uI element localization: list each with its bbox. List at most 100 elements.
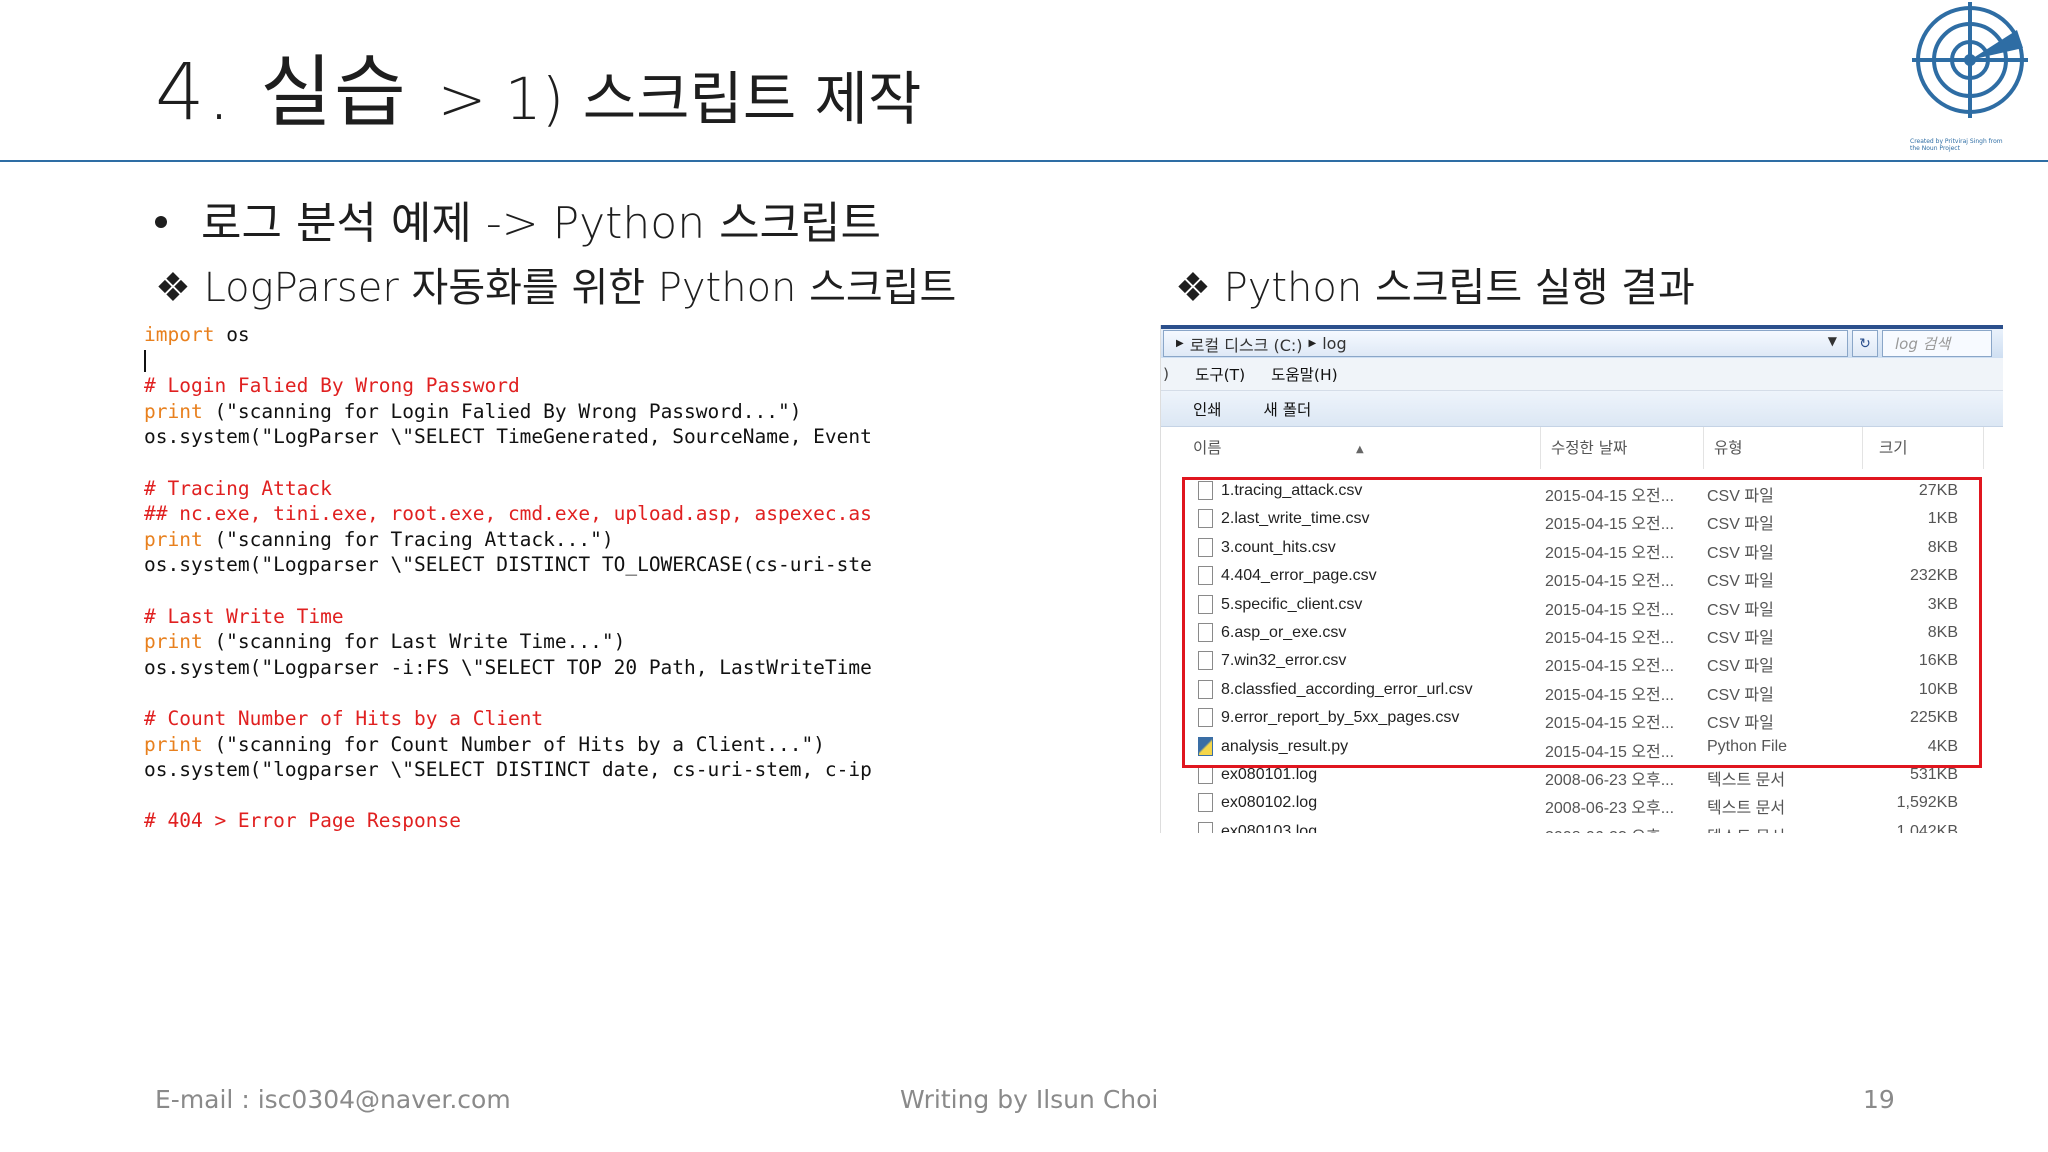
code-keyword: print bbox=[144, 527, 203, 551]
csv-file-icon bbox=[1198, 537, 1213, 557]
code-comment: ## nc.exe, tini.exe, root.exe, cmd.exe, … bbox=[144, 502, 872, 526]
file-row[interactable]: 7.win32_error.csv 2015-04-15 오전... CSV 파일 1… bbox=[1161, 647, 2003, 675]
code-keyword: print bbox=[144, 399, 203, 423]
file-row[interactable]: ex080103.log 2008-06-23 오후... 텍스트 문서 1,042K… bbox=[1161, 818, 2003, 833]
column-headers: 이름 ▲ 수정한 날짜 유형 크기 bbox=[1161, 427, 2003, 469]
file-name: 2.last_write_time.csv bbox=[1221, 510, 1370, 528]
chevron-right-icon: ▶ bbox=[1308, 338, 1317, 349]
file-name: 6.asp_or_exe.csv bbox=[1221, 623, 1347, 641]
file-size: 8KB bbox=[1927, 538, 1958, 556]
main-bullet: 로그 분석 예제 -> Python 스크립트 bbox=[155, 187, 881, 251]
menu-item-help[interactable]: 도움말(H) bbox=[1271, 363, 1338, 385]
code-line: # Last Write Time bbox=[136, 604, 936, 630]
code-argument: ("scanning for Login Falied By Wrong Pas… bbox=[202, 399, 802, 423]
code-argument: os bbox=[214, 323, 250, 346]
file-row[interactable]: ex080101.log 2008-06-23 오후... 텍스트 문서 531KB bbox=[1161, 761, 2003, 789]
csv-file-icon bbox=[1198, 651, 1213, 671]
code-comment: # 404 > Error Page Response bbox=[144, 809, 461, 833]
column-header-name[interactable]: 이름 ▲ bbox=[1161, 427, 1541, 469]
file-type: CSV 파일 bbox=[1707, 488, 1774, 505]
code-statement: os.system("LogParser \"SELECT TimeGenera… bbox=[144, 425, 872, 449]
csv-file-icon bbox=[1198, 481, 1213, 500]
file-row[interactable]: 8.classfied_according_error_url.csv 2015-… bbox=[1161, 676, 2003, 704]
file-name: ex080103.log bbox=[1221, 822, 1318, 833]
code-statement: os.system("logparser \"SELECT DISTINCT d… bbox=[144, 758, 872, 782]
text-file-icon bbox=[1198, 764, 1213, 784]
search-input[interactable]: log 검색 bbox=[1882, 330, 1992, 357]
csv-file-icon bbox=[1198, 566, 1213, 586]
file-row[interactable]: analysis_result.py 2015-04-15 오전... Python… bbox=[1161, 733, 2003, 761]
file-size: 1KB bbox=[1927, 510, 1958, 528]
print-button[interactable]: 인쇄 bbox=[1193, 398, 1222, 420]
file-type: CSV 파일 bbox=[1707, 544, 1774, 562]
file-size: 10KB bbox=[1918, 680, 1958, 698]
file-date: 2015-04-15 오전... bbox=[1545, 544, 1675, 562]
file-size: 531KB bbox=[1909, 765, 1958, 783]
file-name: 7.win32_error.csv bbox=[1221, 652, 1347, 670]
file-type: CSV 파일 bbox=[1707, 686, 1774, 704]
code-line: ## nc.exe, tini.exe, root.exe, cmd.exe, … bbox=[136, 501, 936, 527]
file-size: 27KB bbox=[1918, 482, 1958, 499]
code-argument: ("scanning for Last Write Time...") bbox=[202, 630, 626, 654]
command-bar: 인쇄 새 폴더 bbox=[1161, 391, 2003, 427]
file-size: 4KB bbox=[1927, 737, 1958, 755]
chevron-down-icon[interactable]: ▼ bbox=[1828, 334, 1837, 348]
code-line: os.system("Logparser \"SELECT DISTINCT T… bbox=[136, 552, 936, 578]
code-comment: # Last Write Time bbox=[144, 604, 344, 628]
code-line: # Tracing Attack bbox=[136, 476, 936, 502]
file-date: 2015-04-15 오전... bbox=[1545, 715, 1675, 733]
code-line bbox=[136, 348, 936, 374]
code-keyword: print bbox=[144, 732, 203, 756]
code-line: # 404 > Error Page Response bbox=[136, 808, 936, 834]
code-line: print ("scanning for Count Number of Hit… bbox=[136, 732, 936, 758]
file-size: 225KB bbox=[1909, 709, 1958, 727]
csv-file-icon bbox=[1198, 708, 1213, 728]
file-type: CSV 파일 bbox=[1707, 715, 1774, 733]
code-comment: # Tracing Attack bbox=[144, 476, 332, 500]
new-folder-button[interactable]: 새 폴더 bbox=[1264, 398, 1312, 420]
file-row[interactable]: 2.last_write_time.csv 2015-04-15 오전... CSV… bbox=[1161, 505, 2003, 533]
file-row[interactable]: 3.count_hits.csv 2015-04-15 오전... CSV 파일 8K… bbox=[1161, 534, 2003, 562]
refresh-icon[interactable]: ↻ bbox=[1852, 330, 1878, 357]
column-header-size[interactable]: 크기 bbox=[1863, 427, 1984, 469]
footer-email: E-mail : isc0304@naver.com bbox=[155, 1085, 511, 1114]
title-divider bbox=[0, 160, 2048, 162]
file-type: CSV 파일 bbox=[1707, 573, 1774, 591]
file-explorer-screenshot: ▶ 로컬 디스크 (C:) ▶ log ▼ ↻ log 검색 ) 도구(T) 도… bbox=[1160, 325, 2003, 833]
file-size: 8KB bbox=[1927, 623, 1958, 641]
file-name: 5.specific_client.csv bbox=[1221, 595, 1363, 613]
file-name: 4.404_error_page.csv bbox=[1221, 567, 1377, 585]
file-name: 1.tracing_attack.csv bbox=[1221, 482, 1363, 499]
column-header-type[interactable]: 유형 bbox=[1704, 427, 1863, 469]
file-date: 2015-04-15 오전... bbox=[1545, 516, 1675, 534]
text-file-icon bbox=[1198, 821, 1213, 833]
code-line: os.system("LogParser \"SELECT TimeGenera… bbox=[136, 424, 936, 450]
menu-item-tools[interactable]: 도구(T) bbox=[1195, 363, 1245, 385]
file-date: 2008-06-23 오후... bbox=[1545, 800, 1675, 818]
sort-caret-icon: ▲ bbox=[1356, 444, 1364, 455]
file-row[interactable]: 5.specific_client.csv 2015-04-15 오전... CSV… bbox=[1161, 591, 2003, 619]
file-date: 2015-04-15 오전... bbox=[1545, 488, 1675, 505]
file-row[interactable]: 4.404_error_page.csv 2015-04-15 오전... CSV … bbox=[1161, 562, 2003, 590]
file-row[interactable]: 6.asp_or_exe.csv 2015-04-15 오전... CSV 파일 8K… bbox=[1161, 619, 2003, 647]
code-argument: ("scanning for Count Number of Hits by a… bbox=[202, 732, 825, 756]
breadcrumb-drive[interactable]: 로컬 디스크 (C:) bbox=[1190, 332, 1303, 356]
csv-file-icon bbox=[1198, 509, 1213, 529]
address-path[interactable]: ▶ 로컬 디스크 (C:) ▶ log ▼ bbox=[1163, 330, 1848, 357]
file-name: analysis_result.py bbox=[1221, 737, 1349, 755]
breadcrumb-folder[interactable]: log bbox=[1322, 334, 1346, 353]
file-type: CSV 파일 bbox=[1707, 658, 1774, 676]
file-size: 232KB bbox=[1909, 567, 1958, 585]
file-name: ex080102.log bbox=[1221, 794, 1318, 812]
file-row[interactable]: 9.error_report_by_5xx_pages.csv 2015-04-1… bbox=[1161, 704, 2003, 732]
code-comment: # Count Number of Hits by a Client bbox=[144, 706, 544, 730]
file-row[interactable]: 1.tracing_attack.csv 2015-04-15 오전... CSV … bbox=[1161, 477, 2003, 505]
file-row[interactable]: ex080102.log 2008-06-23 오후... 텍스트 문서 1,592K… bbox=[1161, 789, 2003, 817]
column-header-date[interactable]: 수정한 날짜 bbox=[1541, 427, 1704, 469]
file-date: 2015-04-15 오전... bbox=[1545, 573, 1675, 591]
bullet-dot bbox=[155, 216, 167, 228]
file-type: 텍스트 문서 bbox=[1707, 823, 1785, 833]
chevron-right-icon: ▶ bbox=[1176, 338, 1184, 349]
